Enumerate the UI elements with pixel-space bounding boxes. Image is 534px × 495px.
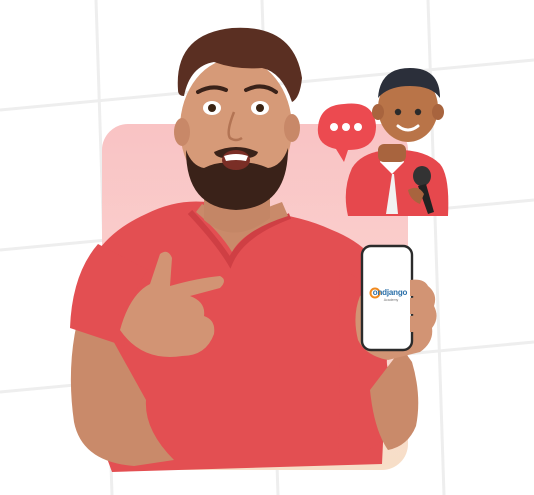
chat-bubble-icon (317, 103, 376, 162)
photo-scene (70, 27, 449, 472)
phone-logo-subtext: Academy (383, 298, 399, 302)
logo-wordmark: ondjango (372, 288, 408, 297)
phone-logo-text: ondjango (369, 288, 411, 297)
